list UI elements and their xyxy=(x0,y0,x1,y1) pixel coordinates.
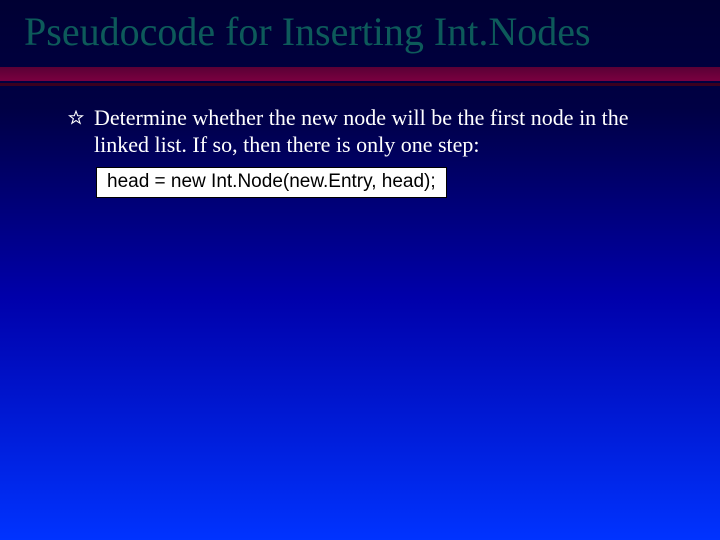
bullet-text: Determine whether the new node will be t… xyxy=(94,104,672,159)
bullet-item: Determine whether the new node will be t… xyxy=(68,104,672,159)
slide-title: Pseudocode for Inserting Int.Nodes xyxy=(24,10,700,55)
hollow-star-icon xyxy=(68,110,84,131)
title-block: Pseudocode for Inserting Int.Nodes xyxy=(0,0,720,61)
code-box: head = new Int.Node(new.Entry, head); xyxy=(96,167,447,198)
content-area: Determine whether the new node will be t… xyxy=(0,86,720,198)
slide: Pseudocode for Inserting Int.Nodes Deter… xyxy=(0,0,720,540)
title-rule xyxy=(0,67,720,86)
rule-thick xyxy=(0,67,720,81)
